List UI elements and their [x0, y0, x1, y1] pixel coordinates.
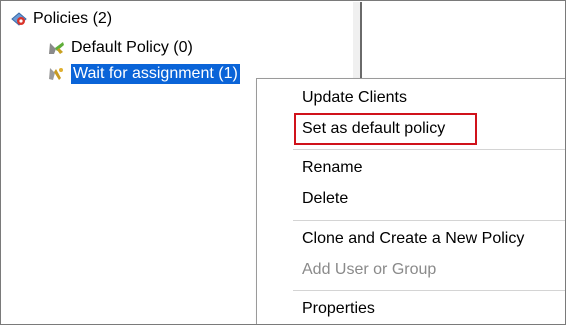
default-policy-icon [48, 40, 66, 56]
context-menu: Update Clients Set as default policy Ren… [256, 78, 565, 324]
wait-policy-icon [48, 66, 66, 82]
tree-node-label: Default Policy (0) [71, 39, 193, 56]
tree-node-label-selected: Wait for assignment (1) [71, 64, 240, 84]
tree-node-policies[interactable]: Policies (2) [10, 9, 112, 29]
policies-icon [10, 11, 28, 27]
menu-item-delete[interactable]: Delete [302, 189, 348, 209]
policy-window: Policies (2) Default Policy (0) Wait for… [0, 0, 566, 325]
menu-separator [293, 149, 565, 150]
highlight-box [294, 113, 477, 145]
tree-node-label: Policies (2) [33, 10, 113, 27]
menu-item-rename[interactable]: Rename [302, 158, 362, 178]
menu-item-update-clients[interactable]: Update Clients [302, 88, 407, 108]
menu-item-properties[interactable]: Properties [302, 299, 375, 319]
menu-item-clone-and-create-policy[interactable]: Clone and Create a New Policy [302, 229, 524, 249]
tree-node-wait-for-assignment[interactable]: Wait for assignment (1) [48, 64, 240, 84]
tree-node-default-policy[interactable]: Default Policy (0) [48, 38, 193, 58]
menu-separator [293, 220, 565, 221]
menu-item-add-user-or-group: Add User or Group [302, 261, 437, 278]
menu-separator [293, 290, 565, 291]
pane-divider[interactable] [360, 2, 362, 88]
